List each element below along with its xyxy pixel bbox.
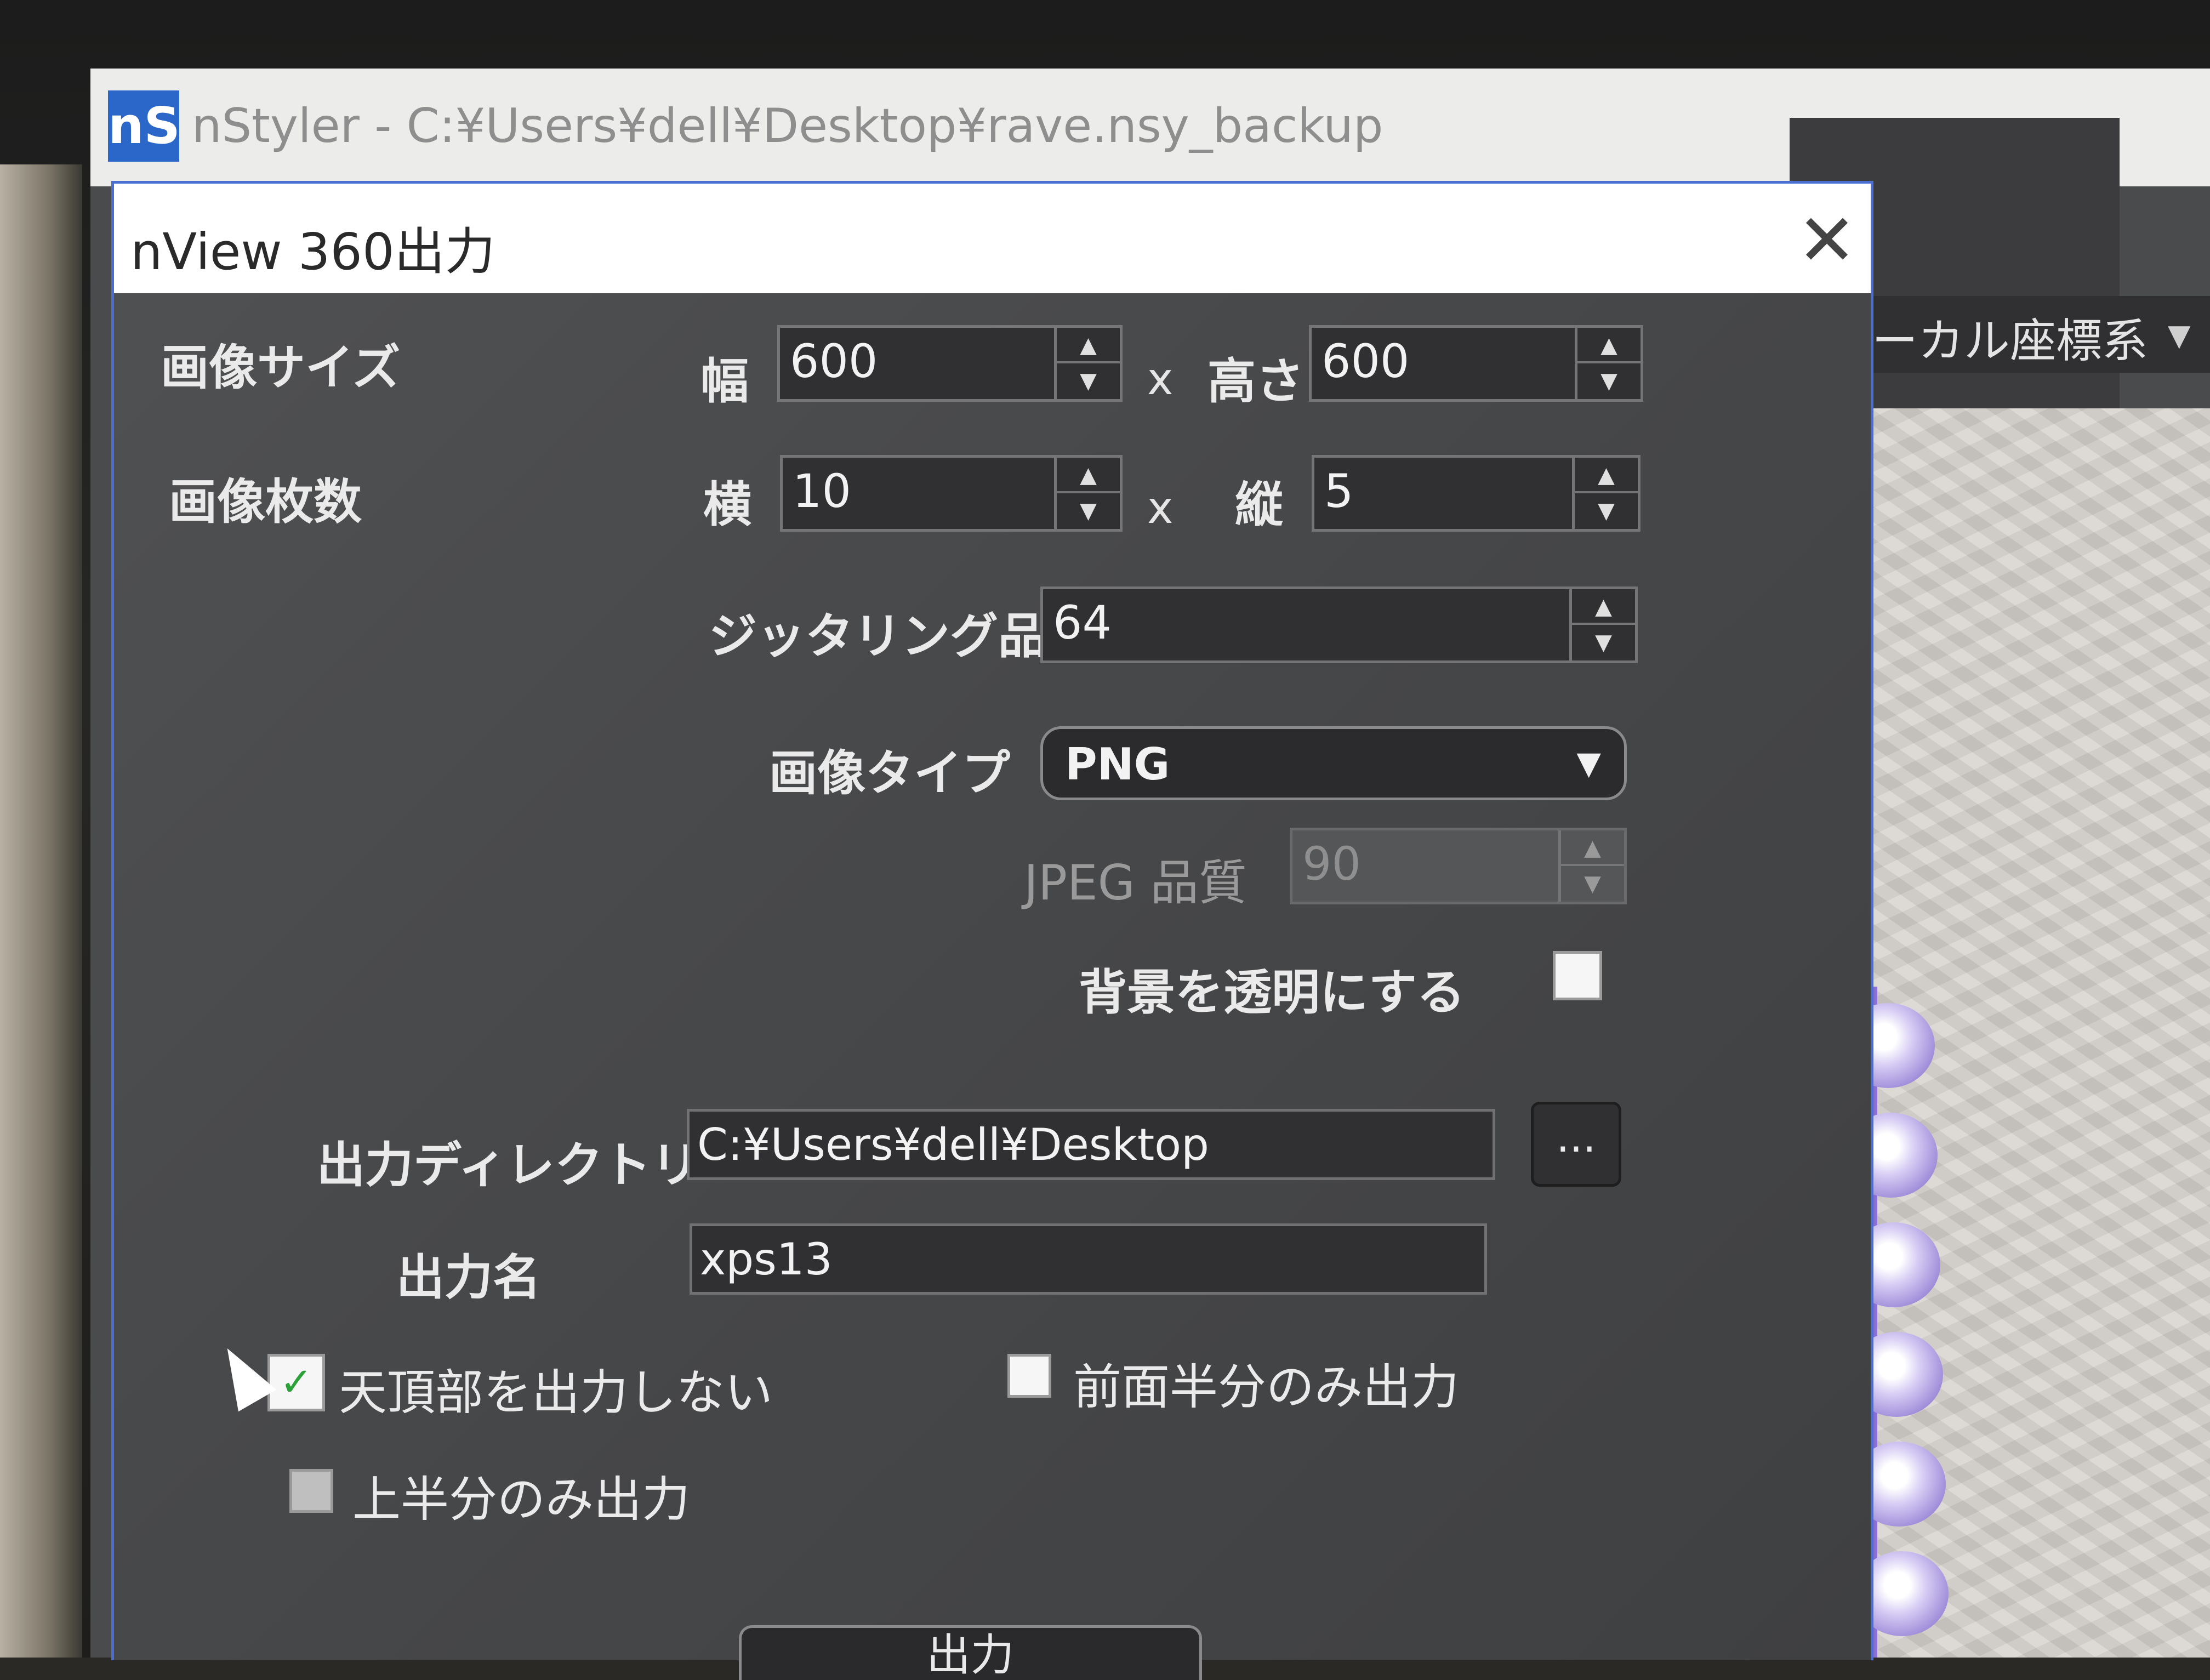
- horizontal-spin-buttons: ▲ ▼: [1054, 458, 1120, 529]
- vertical-label: 縦: [1235, 476, 1284, 533]
- chevron-down-icon[interactable]: ▼: [2168, 318, 2191, 352]
- front-half-checkbox[interactable]: [1007, 1354, 1051, 1398]
- height-value: 600: [1322, 334, 1410, 388]
- output-name-value: xps13: [700, 1234, 833, 1285]
- horizontal-label: 横: [703, 476, 752, 533]
- horizontal-count-value: 10: [793, 464, 851, 518]
- vertical-count-value: 5: [1324, 464, 1354, 518]
- width-stepper[interactable]: 600 ▲ ▼: [777, 325, 1123, 402]
- height-label: 高さ: [1207, 353, 1305, 409]
- width-spin-buttons: ▲ ▼: [1054, 328, 1120, 399]
- output-directory-value: C:¥Users¥dell¥Desktop: [697, 1119, 1209, 1170]
- jittering-quality-stepper[interactable]: 64 ▲ ▼: [1040, 586, 1638, 663]
- width-value: 600: [790, 334, 878, 388]
- height-stepper[interactable]: 600 ▲ ▼: [1309, 325, 1643, 402]
- output-directory-field[interactable]: C:¥Users¥dell¥Desktop: [687, 1109, 1495, 1180]
- background-desk: [0, 164, 82, 1658]
- app-icon: nS: [108, 90, 180, 162]
- jittering-quality-label: ジッタリング品質: [709, 608, 1095, 664]
- spin-down-icon[interactable]: ▼: [1057, 493, 1120, 529]
- spin-up-icon[interactable]: ▲: [1572, 589, 1635, 625]
- output-name-field[interactable]: xps13: [690, 1223, 1487, 1295]
- vertical-count-stepper[interactable]: 5 ▲ ▼: [1312, 455, 1641, 532]
- browse-directory-button[interactable]: ...: [1531, 1102, 1621, 1187]
- spin-up-icon[interactable]: ▲: [1575, 458, 1638, 493]
- upper-half-label: 上半分のみ出力: [352, 1471, 691, 1528]
- output-button[interactable]: 出力: [739, 1625, 1202, 1680]
- width-label: 幅: [700, 353, 749, 409]
- image-size-label: 画像サイズ: [161, 339, 401, 396]
- multiply-sign: x: [1147, 354, 1174, 405]
- no-top-checkbox[interactable]: ✓: [267, 1354, 325, 1411]
- no-top-label: 天頂部を出力しない: [339, 1364, 773, 1421]
- vertical-spin-buttons: ▲ ▼: [1572, 458, 1638, 529]
- upper-half-checkbox[interactable]: [289, 1469, 333, 1513]
- jittering-quality-value: 64: [1053, 596, 1112, 650]
- spin-down-icon[interactable]: ▼: [1057, 363, 1120, 399]
- spin-down-icon[interactable]: ▼: [1575, 493, 1638, 529]
- jpeg-quality-label: JPEG 品質: [1024, 855, 1247, 911]
- nview-360-output-dialog: nView 360出力 ✕ 画像サイズ 幅 600 ▲ ▼ x 高さ 600 ▲…: [111, 181, 1873, 1680]
- horizontal-count-stepper[interactable]: 10 ▲ ▼: [780, 455, 1123, 532]
- spin-up-icon[interactable]: ▲: [1057, 458, 1120, 493]
- spin-down-icon[interactable]: ▼: [1577, 363, 1641, 399]
- transparent-background-label: 背景を透明にする: [1079, 964, 1465, 1021]
- image-type-value: PNG: [1065, 739, 1170, 790]
- spin-up-icon[interactable]: ▲: [1577, 328, 1641, 363]
- transparent-background-checkbox[interactable]: [1553, 951, 1602, 1000]
- image-count-label: 画像枚数: [169, 474, 362, 530]
- spin-up-icon[interactable]: ▲: [1561, 830, 1624, 866]
- chevron-down-icon: ▼: [1576, 744, 1601, 782]
- dialog-title: nView 360出力: [130, 223, 495, 281]
- output-directory-label: 出力ディレクトリ: [317, 1137, 699, 1193]
- image-type-select[interactable]: PNG ▼: [1040, 726, 1627, 800]
- dialog-titlebar: nView 360出力 ✕: [114, 184, 1871, 293]
- jittering-spin-buttons: ▲ ▼: [1569, 589, 1635, 660]
- jpeg-quality-stepper[interactable]: 90 ▲ ▼: [1290, 828, 1627, 904]
- close-icon[interactable]: ✕: [1791, 204, 1862, 276]
- image-type-label: 画像タイプ: [769, 745, 1011, 801]
- jpeg-quality-value: 90: [1302, 837, 1361, 891]
- spin-down-icon[interactable]: ▼: [1572, 625, 1635, 660]
- front-half-label: 前面半分のみ出力: [1073, 1359, 1460, 1415]
- main-window-title: nStyler - C:¥Users¥dell¥Desktop¥rave.nsy…: [192, 99, 1383, 153]
- coordinate-system-label: ーカル座標系: [1872, 314, 2149, 368]
- multiply-sign: x: [1147, 482, 1174, 533]
- spin-down-icon[interactable]: ▼: [1561, 866, 1624, 902]
- output-name-label: 出力名: [396, 1249, 542, 1306]
- spin-up-icon[interactable]: ▲: [1057, 328, 1120, 363]
- height-spin-buttons: ▲ ▼: [1575, 328, 1641, 399]
- jpeg-spin-buttons: ▲ ▼: [1558, 830, 1624, 902]
